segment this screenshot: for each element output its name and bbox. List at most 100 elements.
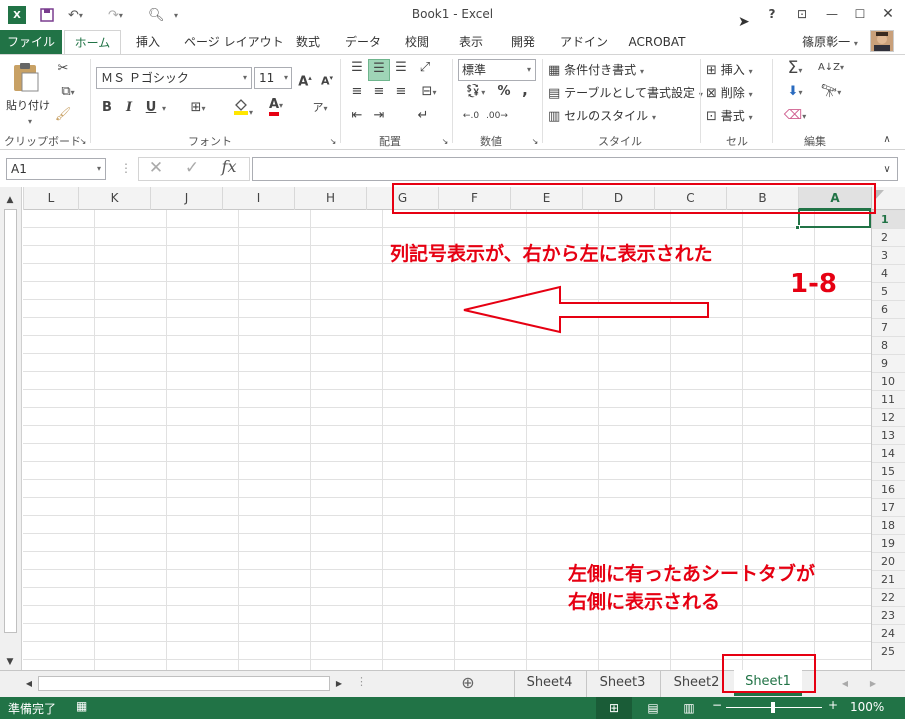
- close-button[interactable]: ✕: [876, 4, 900, 24]
- row-header-9[interactable]: 9: [872, 354, 905, 372]
- increase-font-size-icon[interactable]: A▴: [296, 69, 314, 91]
- fill-handle[interactable]: [795, 225, 800, 230]
- phonetic-icon[interactable]: ア▾: [306, 99, 334, 118]
- clear-icon[interactable]: ⌫▾: [780, 107, 810, 126]
- wrap-text-icon[interactable]: ↵: [414, 107, 432, 125]
- tab-home[interactable]: ホーム: [64, 30, 121, 54]
- row-header-22[interactable]: 22: [872, 588, 905, 606]
- row-header-16[interactable]: 16: [872, 480, 905, 498]
- column-header-k[interactable]: K: [78, 187, 150, 210]
- page-break-view-icon[interactable]: ▥: [678, 697, 700, 719]
- italic-button[interactable]: I: [122, 99, 136, 117]
- font-color-icon[interactable]: A▾: [262, 96, 290, 116]
- zoom-out-icon[interactable]: −: [712, 698, 722, 712]
- align-right-icon[interactable]: ≡: [392, 83, 410, 101]
- format-painter-icon[interactable]: 🖌︎: [54, 106, 72, 124]
- row-header-3[interactable]: 3: [872, 246, 905, 264]
- row-header-2[interactable]: 2: [872, 228, 905, 246]
- row-header-23[interactable]: 23: [872, 606, 905, 624]
- scroll-down-icon[interactable]: ▼: [3, 653, 17, 671]
- sheet-scroll-right-icon[interactable]: ▶: [866, 675, 880, 693]
- column-header-l[interactable]: L: [23, 187, 78, 210]
- bold-button[interactable]: B: [100, 99, 114, 117]
- delete-cells-button[interactable]: ⊠ 削除 ▾: [706, 84, 753, 103]
- comma-style-button[interactable]: ,: [518, 81, 532, 99]
- alignment-launcher-icon[interactable]: ↘: [440, 133, 450, 151]
- zoom-in-icon[interactable]: +: [828, 698, 838, 712]
- row-header-7[interactable]: 7: [872, 318, 905, 336]
- tab-acrobat[interactable]: ACROBAT: [624, 30, 690, 54]
- cell-area[interactable]: [23, 210, 871, 670]
- row-header-11[interactable]: 11: [872, 390, 905, 408]
- row-header-10[interactable]: 10: [872, 372, 905, 390]
- decrease-indent-icon[interactable]: ⇤: [348, 107, 366, 125]
- row-header-13[interactable]: 13: [872, 426, 905, 444]
- new-sheet-icon[interactable]: ⊕: [458, 674, 478, 692]
- percent-style-button[interactable]: %: [496, 83, 512, 101]
- zoom-slider-thumb[interactable]: [771, 702, 775, 713]
- format-cells-button[interactable]: ⊡ 書式 ▾: [706, 107, 753, 126]
- sheet-tab-sheet4[interactable]: Sheet4: [514, 671, 584, 697]
- row-header-25[interactable]: 25: [872, 642, 905, 660]
- find-select-icon[interactable]: 🔭︎▾: [816, 83, 846, 102]
- increase-decimal-icon[interactable]: ←.0: [460, 107, 482, 125]
- clipboard-launcher-icon[interactable]: ↘: [78, 133, 88, 151]
- underline-button[interactable]: U: [144, 99, 158, 117]
- row-header-24[interactable]: 24: [872, 624, 905, 642]
- sort-filter-icon[interactable]: A↓Z▾: [816, 59, 846, 77]
- insert-cells-button[interactable]: ⊞ 挿入 ▾: [706, 61, 753, 80]
- hscroll-left-icon[interactable]: ◀: [22, 675, 36, 693]
- macro-record-icon[interactable]: ▦: [76, 699, 87, 713]
- row-header-17[interactable]: 17: [872, 498, 905, 516]
- underline-dropdown-icon[interactable]: ▾: [160, 99, 168, 118]
- page-layout-view-icon[interactable]: ▤: [642, 697, 664, 719]
- borders-icon[interactable]: ⊞▾: [184, 99, 212, 118]
- row-header-6[interactable]: 6: [872, 300, 905, 318]
- row-header-14[interactable]: 14: [872, 444, 905, 462]
- enter-icon[interactable]: ✓: [182, 159, 202, 177]
- sheet-scroll-left-icon[interactable]: ◀: [838, 675, 852, 693]
- tab-review[interactable]: 校閲: [402, 30, 432, 54]
- expand-formula-bar-icon[interactable]: ∨: [880, 161, 894, 179]
- row-header-12[interactable]: 12: [872, 408, 905, 426]
- column-header-j[interactable]: J: [150, 187, 222, 210]
- row-header-20[interactable]: 20: [872, 552, 905, 570]
- tab-data[interactable]: データ: [344, 30, 382, 54]
- increase-indent-icon[interactable]: ⇥: [370, 107, 388, 125]
- number-launcher-icon[interactable]: ↘: [530, 133, 540, 151]
- number-format-select[interactable]: 標準 ▾: [458, 59, 536, 81]
- align-top-icon[interactable]: ☰: [348, 59, 366, 77]
- align-middle-icon[interactable]: ☰: [368, 59, 390, 81]
- decrease-font-size-icon[interactable]: A▾: [318, 69, 336, 91]
- fill-icon[interactable]: ⬇▾: [780, 83, 810, 102]
- conditional-formatting-button[interactable]: ▦ 条件付き書式 ▾: [548, 61, 644, 80]
- vertical-scroll-thumb[interactable]: [4, 209, 17, 633]
- font-size-select[interactable]: 11 ▾: [254, 67, 292, 89]
- minimize-button[interactable]: —: [820, 4, 844, 24]
- cell-styles-button[interactable]: ▥ セルのスタイル ▾: [548, 107, 656, 126]
- tab-page-layout[interactable]: ページ レイアウト: [184, 30, 284, 54]
- ribbon-display-options-icon[interactable]: ⊡: [790, 4, 814, 24]
- row-header-19[interactable]: 19: [872, 534, 905, 552]
- tab-split-handle[interactable]: ⋮: [356, 675, 367, 688]
- column-header-h[interactable]: H: [294, 187, 366, 210]
- row-header-8[interactable]: 8: [872, 336, 905, 354]
- insert-function-button[interactable]: fx: [216, 158, 242, 176]
- tab-addins[interactable]: アドイン: [560, 30, 608, 54]
- decrease-decimal-icon[interactable]: .00→: [486, 107, 508, 125]
- row-header-4[interactable]: 4: [872, 264, 905, 282]
- align-left-icon[interactable]: ≡: [348, 83, 366, 101]
- cancel-icon[interactable]: ✕: [146, 159, 166, 177]
- merge-center-icon[interactable]: ⊟▾: [414, 83, 444, 102]
- align-bottom-icon[interactable]: ☰: [392, 59, 410, 77]
- name-box[interactable]: A1 ▾: [6, 158, 106, 180]
- row-header-21[interactable]: 21: [872, 570, 905, 588]
- paste-button[interactable]: 貼り付け: [6, 97, 50, 113]
- collapse-ribbon-icon[interactable]: ∧: [880, 131, 894, 149]
- tab-view[interactable]: 表示: [456, 30, 486, 54]
- sheet-tab-sheet3[interactable]: Sheet3: [586, 671, 658, 697]
- row-header-1[interactable]: 1: [872, 210, 905, 228]
- tab-file[interactable]: ファイル: [0, 30, 62, 54]
- row-header-15[interactable]: 15: [872, 462, 905, 480]
- orientation-icon[interactable]: ⤢: [414, 59, 436, 77]
